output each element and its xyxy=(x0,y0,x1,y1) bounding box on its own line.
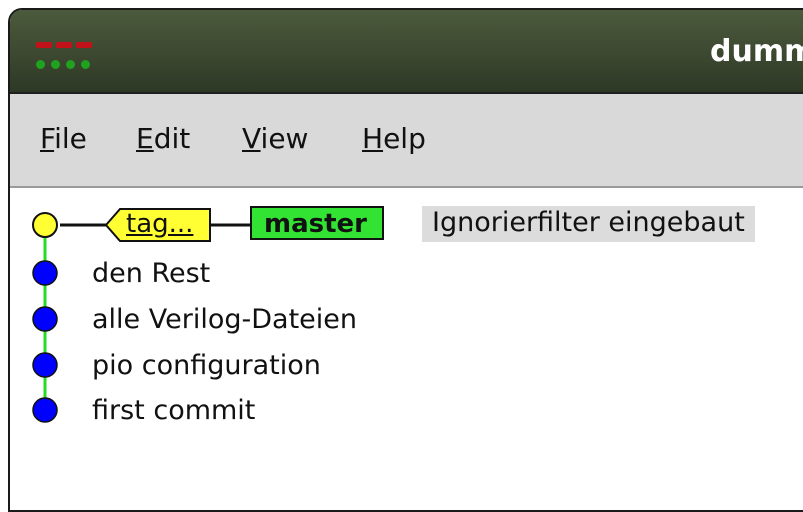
commit-dot[interactable] xyxy=(32,260,58,286)
commit-row[interactable]: first commit xyxy=(92,395,255,426)
commit-dot[interactable] xyxy=(32,397,58,423)
commit-graph-pane[interactable]: tag... master Ignorierfilter eingebaut d… xyxy=(10,188,803,510)
commit-row[interactable]: pio configuration xyxy=(92,350,321,381)
branch-badge-master[interactable]: master xyxy=(250,206,384,240)
app-window: dumm File Edit View Help tag... master I… xyxy=(8,8,803,512)
menu-file[interactable]: File xyxy=(40,122,87,155)
commit-row[interactable]: den Rest xyxy=(92,258,210,289)
commit-row[interactable]: alle Verilog-Dateien xyxy=(92,304,357,335)
commit-dot[interactable] xyxy=(32,352,58,378)
menu-view[interactable]: View xyxy=(242,122,308,155)
window-controls-icon[interactable] xyxy=(36,40,96,74)
commit-row-head[interactable]: Ignorierfilter eingebaut xyxy=(422,206,755,242)
window-title: dumm xyxy=(710,34,803,69)
menu-help[interactable]: Help xyxy=(362,122,426,155)
tag-badge[interactable]: tag... xyxy=(104,208,210,240)
menu-edit[interactable]: Edit xyxy=(136,122,190,155)
title-bar[interactable]: dumm xyxy=(10,10,803,94)
commit-dot[interactable] xyxy=(32,306,58,332)
head-commit-dot[interactable] xyxy=(32,212,58,238)
